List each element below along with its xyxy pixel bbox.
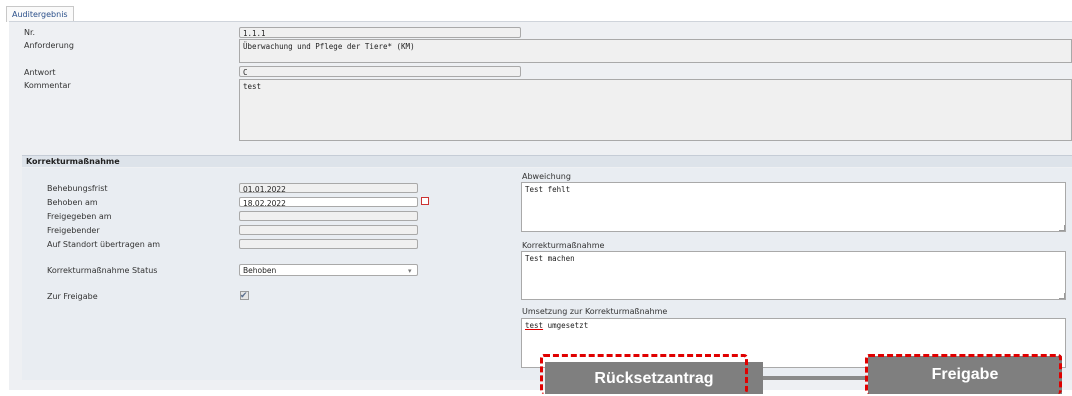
button-connector — [746, 376, 870, 380]
nr-label: Nr. — [24, 28, 36, 37]
resize-handle-icon[interactable] — [1059, 293, 1065, 299]
freigebender-field[interactable] — [239, 225, 418, 235]
massnahme-field[interactable]: Test machen — [521, 251, 1066, 300]
abweichung-field[interactable]: Test fehlt — [521, 182, 1066, 232]
abweichung-label: Abweichung — [522, 172, 571, 181]
status-select[interactable]: Behoben — [239, 264, 418, 276]
freigegeben-am-field[interactable] — [239, 211, 418, 221]
massnahme-label: Korrekturmaßnahme — [522, 241, 605, 250]
anforderung-field[interactable]: Überwachung und Pflege der Tiere* (KM) — [239, 39, 1072, 63]
calendar-icon[interactable] — [421, 197, 429, 205]
behoben-am-label: Behoben am — [47, 198, 98, 207]
chevron-down-icon: ▾ — [408, 267, 412, 275]
umsetzung-word-test: test — [525, 321, 544, 330]
standort-label: Auf Standort übertragen am — [47, 240, 161, 249]
antwort-label: Antwort — [24, 68, 56, 77]
behoben-am-field[interactable]: 18.02.2022 — [239, 197, 418, 207]
behebungsfrist-label: Behebungsfrist — [47, 184, 108, 193]
resize-handle-icon[interactable] — [1059, 225, 1065, 231]
zur-freigabe-label: Zur Freigabe — [47, 292, 98, 301]
status-select-value: Behoben — [243, 266, 277, 275]
status-label: Korrekturmaßnahme Status — [47, 266, 158, 275]
korrekturmassnahme-section-title: Korrekturmaßnahme — [22, 155, 1072, 167]
anforderung-label: Anforderung — [24, 41, 74, 50]
umsetzung-label: Umsetzung zur Korrekturmaßnahme — [522, 307, 668, 316]
freigegeben-am-label: Freigegeben am — [47, 212, 112, 221]
check-icon: ✔ — [240, 291, 248, 301]
nr-field[interactable]: 1.1.1 — [239, 27, 521, 38]
tab-auditergebnis[interactable]: Auditergebnis — [6, 6, 74, 22]
ruecksetzantrag-highlight — [540, 354, 748, 394]
standort-field[interactable] — [239, 239, 418, 249]
freigabe-highlight — [865, 354, 1062, 394]
behebungsfrist-field[interactable]: 01.01.2022 — [239, 183, 418, 193]
umsetzung-rest: umgesetzt — [543, 321, 589, 330]
antwort-field[interactable]: C — [239, 66, 521, 77]
freigebender-label: Freigebender — [47, 226, 100, 235]
kommentar-field[interactable]: test — [239, 79, 1072, 141]
kommentar-label: Kommentar — [24, 81, 71, 90]
